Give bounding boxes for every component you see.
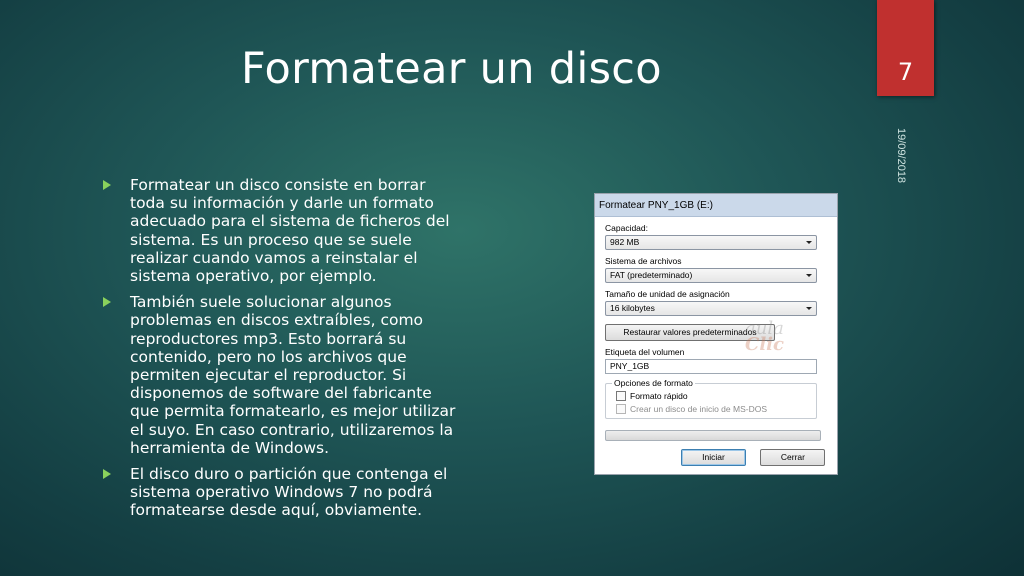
- bullet-list: Formatear un disco consiste en borrar to…: [103, 176, 463, 528]
- msdos-disk-checkbox: Crear un disco de inicio de MS-DOS: [616, 404, 767, 414]
- chevron-down-icon: [806, 307, 812, 310]
- dialog-body: Capacidad: 982 MB Sistema de archivos FA…: [595, 223, 837, 441]
- bullet-item: Formatear un disco consiste en borrar to…: [103, 176, 463, 285]
- checkbox-icon: [616, 404, 626, 414]
- dialog-button-row: Iniciar Cerrar: [681, 447, 826, 466]
- msdos-disk-label: Crear un disco de inicio de MS-DOS: [630, 404, 768, 414]
- capacity-select[interactable]: 982 MB: [605, 235, 817, 250]
- allocation-value: 16 kilobytes: [610, 303, 655, 313]
- page-number-badge: 7: [877, 0, 934, 96]
- allocation-select[interactable]: 16 kilobytes: [605, 301, 817, 316]
- dialog-title: Formatear PNY_1GB (E:): [595, 194, 837, 217]
- volume-label: Etiqueta del volumen: [605, 347, 685, 357]
- filesystem-label: Sistema de archivos: [605, 256, 682, 266]
- bullet-text: El disco duro o partición que contenga e…: [130, 465, 448, 520]
- volume-label-input[interactable]: PNY_1GB: [605, 359, 817, 374]
- format-options-title: Opciones de formato: [612, 378, 695, 388]
- bullet-text: Formatear un disco consiste en borrar to…: [130, 176, 450, 286]
- checkbox-icon: [616, 391, 626, 401]
- format-options-group: Opciones de formato Formato rápido Crear…: [605, 378, 817, 419]
- capacity-label: Capacidad:: [605, 223, 649, 233]
- format-dialog-screenshot: Formatear PNY_1GB (E:) Capacidad: 982 MB…: [594, 193, 838, 475]
- quick-format-checkbox[interactable]: Formato rápido: [616, 391, 688, 401]
- chevron-down-icon: [806, 274, 812, 277]
- start-button[interactable]: Iniciar: [681, 449, 746, 466]
- format-progress-bar: [605, 430, 821, 441]
- close-button[interactable]: Cerrar: [760, 449, 826, 466]
- bullet-arrow-icon: [103, 469, 111, 480]
- bullet-item: También suele solucionar algunos problem…: [103, 293, 463, 457]
- bullet-arrow-icon: [103, 297, 111, 308]
- chevron-down-icon: [806, 241, 812, 244]
- restore-defaults-button[interactable]: Restaurar valores predeterminados: [605, 324, 775, 341]
- capacity-value: 982 MB: [610, 237, 640, 247]
- slide-title: Formatear un disco: [241, 44, 662, 94]
- bullet-item: El disco duro o partición que contenga e…: [103, 465, 463, 520]
- filesystem-select[interactable]: FAT (predeterminado): [605, 268, 817, 283]
- filesystem-value: FAT (predeterminado): [610, 270, 693, 280]
- slide-date: 19/09/2018: [895, 128, 907, 184]
- allocation-label: Tamaño de unidad de asignación: [605, 289, 730, 299]
- bullet-arrow-icon: [103, 180, 111, 190]
- quick-format-label: Formato rápido: [630, 391, 688, 401]
- bullet-text: También suele solucionar algunos problem…: [130, 293, 456, 457]
